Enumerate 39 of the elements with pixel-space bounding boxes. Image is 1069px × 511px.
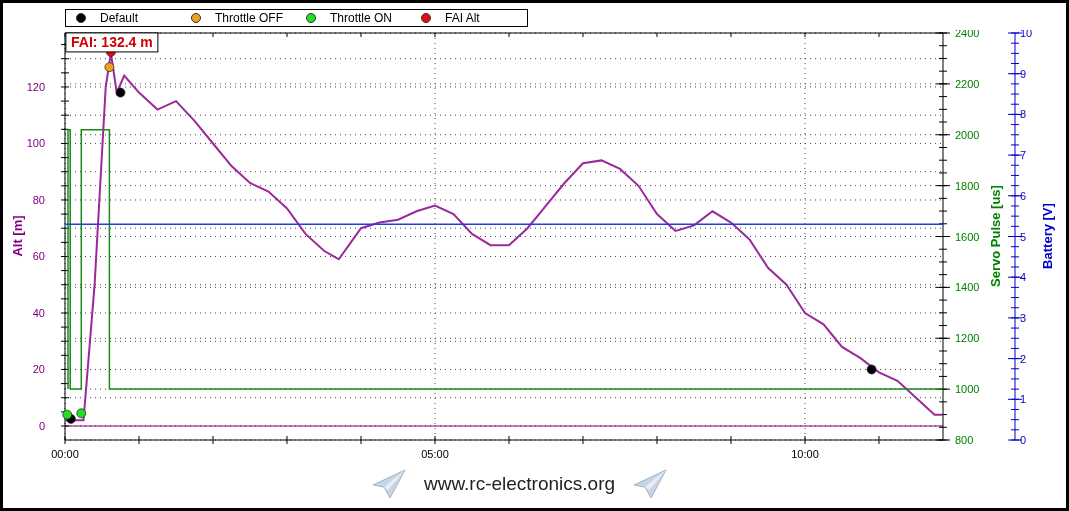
x-tick-label: 10:00 (791, 448, 819, 460)
y-tick-label: 9 (1020, 67, 1027, 80)
y-tick-label: 20 (32, 363, 45, 376)
y-tick-label: 1200 (955, 332, 980, 345)
x-tick-label: 05:00 (421, 448, 449, 460)
y-tick-label: 40 (32, 307, 45, 319)
y-tick-label: 7 (1020, 149, 1027, 162)
y-tick-label: 1000 (955, 383, 980, 396)
y-tick-label: 10 (1020, 30, 1033, 39)
y-tick-label: 120 (26, 80, 45, 93)
y-tick-label: 80 (32, 193, 45, 206)
x-tick-label: 00:00 (51, 448, 79, 460)
y-tick-label: 60 (32, 250, 45, 263)
y-tick-label: 100 (26, 137, 45, 150)
y-tick-label: 800 (955, 434, 974, 446)
y-tick-label: 2000 (955, 128, 980, 141)
y-tick-label: 1600 (955, 230, 980, 243)
alt-axis-title: Alt [m] (10, 215, 25, 257)
servo-axis-title: Servo Pulse [us] (988, 185, 1003, 287)
y-tick-label: 2200 (955, 77, 980, 90)
y-tick-label: 4 (1020, 271, 1027, 284)
fai-label: FAI: 132.4 m (65, 32, 159, 53)
y-tick-label: 1800 (955, 179, 980, 192)
legend-label: Throttle ON (330, 11, 392, 25)
y-tick-label: 6 (1020, 189, 1027, 202)
y-tick-label: 8 (1020, 108, 1027, 121)
y-tick-label: 2 (1020, 352, 1027, 365)
y-tick-label: 2400 (955, 30, 980, 39)
legend-label: Default (100, 11, 139, 25)
legend-label: FAI Alt (445, 11, 480, 25)
y-tick-label: 1 (1020, 393, 1027, 406)
y-tick-label: 0 (1020, 434, 1027, 446)
annotation: FAI: 132.4 m (71, 33, 153, 50)
y-tick-label: 0 (38, 420, 45, 432)
legend-label: Throttle OFF (215, 11, 283, 25)
y-tick-label: 1400 (955, 281, 980, 294)
y-tick-label: 3 (1020, 311, 1027, 324)
battery-axis-title: Battery [V] (1040, 203, 1055, 269)
footer-url: www.rc-electronics.org (423, 473, 616, 495)
